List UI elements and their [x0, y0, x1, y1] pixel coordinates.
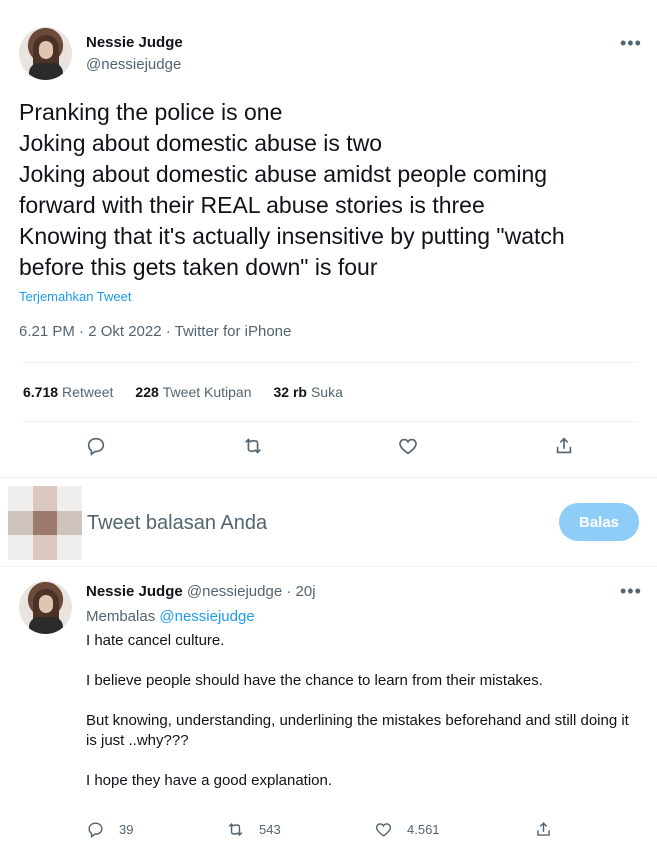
reply-paragraph: I hope they have a good explanation. — [86, 772, 333, 789]
reply-composer: Tweet balasan Anda Balas — [0, 478, 657, 566]
reply-paragraph: I hate cancel culture. — [86, 632, 225, 649]
like-icon[interactable] — [392, 430, 424, 462]
more-options-icon[interactable]: ••• — [620, 582, 642, 600]
like-count: 4.561 — [407, 822, 440, 837]
reply-count: 39 — [119, 822, 134, 837]
author-avatar[interactable] — [19, 581, 72, 634]
tweet-action-bar — [0, 430, 657, 462]
user-avatar[interactable] — [8, 486, 82, 560]
reply-input[interactable]: Tweet balasan Anda — [87, 512, 267, 535]
tweet-text-line: Joking about domestic abuse is two — [19, 130, 383, 156]
author-handle[interactable]: @nessiejudge — [187, 583, 282, 600]
likes-stat[interactable]: 32 rb Suka — [274, 384, 343, 400]
more-options-icon[interactable]: ••• — [620, 34, 642, 52]
author-avatar[interactable] — [19, 27, 72, 80]
divider — [19, 362, 639, 363]
like-icon — [375, 823, 392, 837]
divider — [19, 421, 639, 422]
translate-tweet-link[interactable]: Terjemahkan Tweet — [19, 289, 132, 304]
reply-tweet[interactable]: Nessie Judge @nessiejudge · 20j ••• Memb… — [0, 566, 657, 856]
share-icon[interactable] — [548, 430, 580, 462]
replying-to-link[interactable]: @nessiejudge — [159, 608, 254, 625]
reply-paragraph: I believe people should have the chance … — [86, 672, 543, 689]
tweet-text-line: before this gets taken down" is four — [19, 254, 378, 280]
retweets-stat[interactable]: 6.718 Retweet — [23, 384, 113, 400]
retweet-icon — [228, 822, 243, 837]
replying-to: Membalas @nessiejudge — [86, 608, 255, 625]
tweet-text-line: forward with their REAL abuse stories is… — [19, 192, 485, 218]
reply-time[interactable]: 20j — [296, 583, 316, 600]
tweet-stats: 6.718 Retweet 228 Tweet Kutipan 32 rb Suka — [23, 384, 343, 400]
retweet-action[interactable]: 543 — [226, 820, 281, 839]
share-icon — [537, 822, 550, 836]
tweet-text-line: Pranking the police is one — [19, 99, 283, 125]
share-action[interactable] — [534, 820, 567, 839]
reply-button[interactable]: Balas — [559, 503, 639, 541]
author-name[interactable]: Nessie Judge — [86, 34, 183, 51]
reply-paragraph: But knowing, understanding, underlining … — [86, 712, 629, 749]
reply-text: I hate cancel culture. I believe people … — [86, 631, 636, 811]
reply-icon[interactable] — [80, 430, 112, 462]
author-name[interactable]: Nessie Judge — [86, 583, 183, 600]
like-action[interactable]: 4.561 — [374, 820, 440, 839]
tweet-timestamp[interactable]: 6.21 PM · 2 Okt 2022 · Twitter for iPhon… — [19, 323, 291, 340]
tweet-text: Pranking the police is one Joking about … — [19, 97, 639, 283]
author-handle[interactable]: @nessiejudge — [86, 56, 181, 73]
separator: · — [286, 583, 292, 600]
reply-action-bar: 39 543 4.561 — [86, 820, 566, 842]
main-tweet: Nessie Judge @nessiejudge ••• Pranking t… — [0, 0, 657, 478]
reply-icon — [88, 822, 103, 839]
reply-header: Nessie Judge @nessiejudge · 20j — [86, 583, 316, 600]
tweet-text-line: Knowing that it's actually insensitive b… — [19, 223, 565, 249]
replying-prefix: Membalas — [86, 608, 156, 625]
retweet-count: 543 — [259, 822, 281, 837]
reply-action[interactable]: 39 — [86, 820, 133, 839]
quote-tweets-stat[interactable]: 228 Tweet Kutipan — [135, 384, 251, 400]
retweet-icon[interactable] — [237, 430, 269, 462]
tweet-text-line: Joking about domestic abuse amidst peopl… — [19, 161, 548, 187]
